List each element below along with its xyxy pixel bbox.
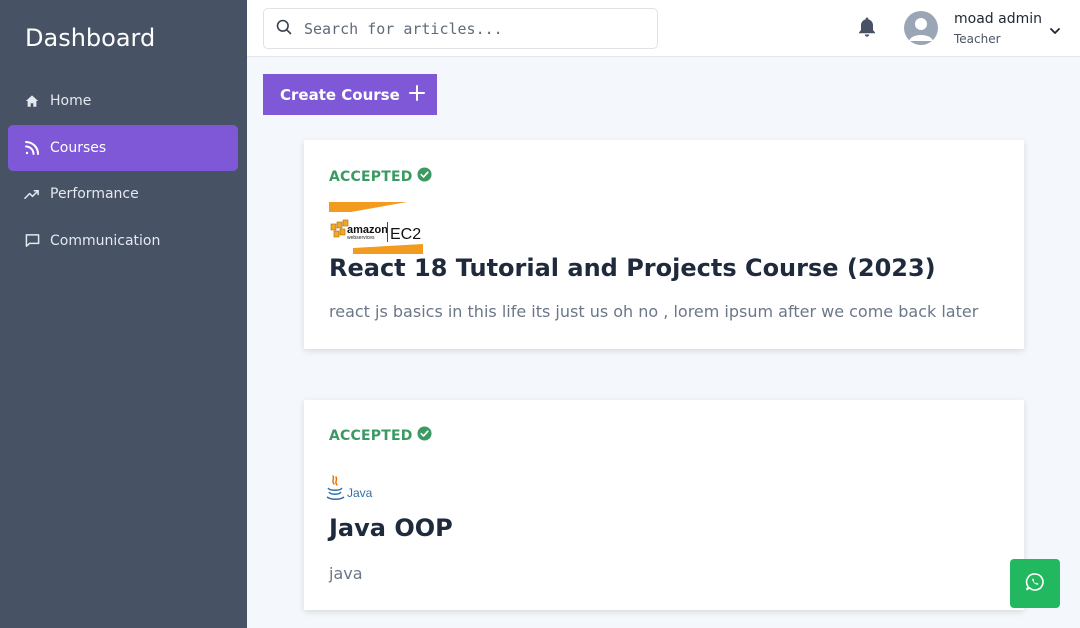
- course-logo: amazon webservices EC2: [329, 202, 423, 258]
- plus-icon: [408, 84, 425, 105]
- sidebar-item-label: Performance: [50, 186, 139, 202]
- check-circle-icon: [417, 167, 432, 186]
- sidebar-item-label: Communication: [50, 232, 161, 249]
- user-name[interactable]: moad admin: [954, 11, 1042, 27]
- sidebar-item-home[interactable]: Home: [8, 78, 238, 124]
- create-course-button[interactable]: Create Course: [263, 74, 437, 115]
- svg-text:Java: Java: [347, 486, 373, 500]
- whatsapp-button[interactable]: [1010, 559, 1060, 608]
- status-badge: ACCEPTED: [329, 426, 432, 445]
- check-circle-icon: [417, 426, 432, 445]
- avatar[interactable]: [904, 11, 938, 45]
- course-card[interactable]: ACCEPTED Java Java OOP java: [304, 400, 1024, 610]
- java-logo: Java: [326, 474, 386, 508]
- course-card[interactable]: ACCEPTED amazon webservices EC2 React 18…: [304, 140, 1024, 349]
- chat-icon: [24, 233, 40, 249]
- sidebar-item-label: Home: [50, 93, 92, 109]
- bell-icon[interactable]: [857, 16, 877, 42]
- status-text: ACCEPTED: [329, 427, 413, 444]
- course-description: java: [329, 564, 363, 583]
- trend-up-icon: [24, 186, 40, 202]
- topbar: moad admin Teacher: [247, 0, 1080, 57]
- course-description: react js basics in this life its just us…: [329, 302, 979, 321]
- sidebar-brand: Dashboard: [25, 24, 156, 52]
- course-title[interactable]: Java OOP: [329, 514, 453, 542]
- home-icon: [24, 93, 40, 109]
- user-role: Teacher: [954, 32, 1001, 46]
- sidebar: Dashboard Home Courses Performance Commu…: [0, 0, 247, 628]
- sidebar-item-communication[interactable]: Communication: [8, 218, 238, 264]
- svg-text:EC2: EC2: [390, 226, 421, 243]
- sidebar-item-performance[interactable]: Performance: [8, 171, 238, 217]
- sidebar-item-label: Courses: [50, 139, 107, 156]
- whatsapp-icon: [1025, 572, 1045, 596]
- search-input[interactable]: [304, 19, 634, 38]
- chevron-down-icon[interactable]: [1049, 22, 1061, 41]
- sidebar-item-courses[interactable]: Courses: [8, 124, 238, 171]
- rss-icon: [24, 140, 40, 156]
- status-badge: ACCEPTED: [329, 167, 432, 186]
- svg-text:webservices: webservices: [347, 235, 375, 241]
- create-course-label: Create Course: [280, 85, 400, 104]
- status-text: ACCEPTED: [329, 168, 413, 185]
- search-icon: [276, 19, 292, 39]
- search-box[interactable]: [263, 8, 658, 49]
- sidebar-nav: Home Courses Performance Communication: [8, 78, 238, 264]
- course-title[interactable]: React 18 Tutorial and Projects Course (2…: [329, 254, 936, 282]
